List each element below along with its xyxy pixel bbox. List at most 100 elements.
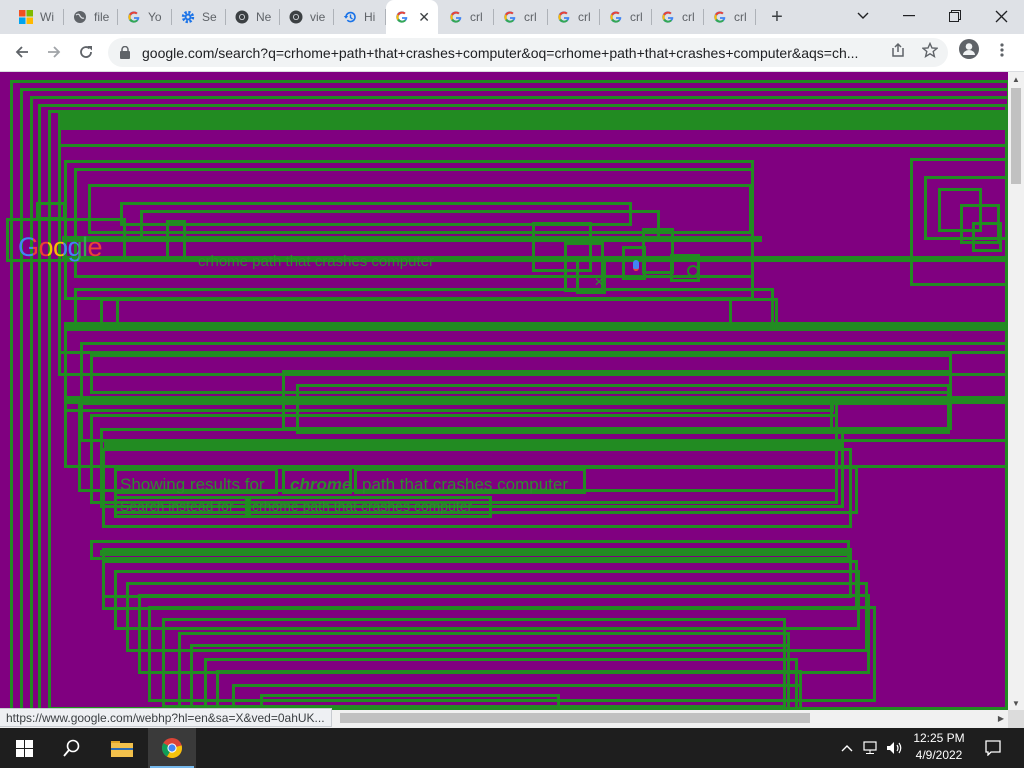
chrome-icon (234, 9, 250, 25)
outline-bar (64, 322, 1008, 331)
scrollbar-corner (1008, 710, 1024, 728)
tab-strip: Wi file Yo Se Ne vie Hi ✕ crl crl crl crl crl crl + (0, 0, 1024, 34)
tab-title: crl (578, 10, 591, 24)
tab-title: Wi (40, 10, 54, 24)
microphone-icon[interactable] (633, 260, 639, 271)
reload-button[interactable] (72, 38, 100, 66)
google-g-icon (448, 9, 464, 25)
show-hidden-icons-button[interactable] (838, 728, 856, 768)
google-g-icon (608, 9, 624, 25)
tab[interactable]: crl (600, 0, 652, 34)
clear-search-icon[interactable]: ✕ (594, 275, 604, 289)
close-window-button[interactable] (978, 0, 1024, 32)
back-button[interactable] (8, 38, 36, 66)
outline-bar (64, 396, 1008, 404)
outline-bar (58, 110, 1008, 130)
tab-title: crl (734, 10, 747, 24)
windows-taskbar: 12:25 PM 4/9/2022 (0, 728, 1024, 768)
kebab-menu-icon[interactable] (992, 40, 1012, 60)
scroll-down-arrow-icon[interactable]: ▼ (1008, 696, 1024, 710)
minimize-button[interactable] (886, 0, 932, 32)
original-query-link[interactable]: crhome path that crashes computer (252, 498, 472, 514)
folder-icon (111, 741, 133, 757)
bookmark-star-icon[interactable] (920, 40, 940, 60)
chrome-icon (288, 9, 304, 25)
tab[interactable]: Wi (10, 0, 64, 34)
network-icon[interactable] (860, 728, 882, 768)
new-tab-button[interactable]: + (764, 5, 790, 29)
clock-date: 4/9/2022 (915, 748, 963, 762)
share-icon[interactable] (888, 40, 908, 60)
horizontal-scroll-thumb[interactable] (340, 713, 810, 723)
tab-title: crl (682, 10, 695, 24)
tab-title: crl (524, 10, 537, 24)
notifications-button[interactable] (978, 728, 1008, 768)
chevron-up-icon (841, 745, 853, 752)
tab-close-icon[interactable]: ✕ (418, 9, 430, 26)
search-button[interactable] (48, 728, 96, 768)
google-g-icon (394, 9, 410, 25)
tab[interactable]: Hi (334, 0, 386, 34)
tab-title: crl (630, 10, 643, 24)
restore-icon (949, 10, 961, 22)
outline-box (972, 222, 1002, 252)
restore-button[interactable] (932, 0, 978, 32)
tab[interactable]: crl (704, 0, 756, 34)
tab-title: Ne (256, 10, 272, 24)
tab[interactable]: crl (548, 0, 600, 34)
tab[interactable]: Se (172, 0, 226, 34)
tab[interactable]: Yo (118, 0, 172, 34)
search-input[interactable]: crhome path that crashes computer (198, 253, 434, 270)
volume-icon[interactable] (884, 728, 906, 768)
search-instead-label: Search instead for (120, 498, 234, 514)
vertical-scroll-thumb[interactable] (1011, 88, 1021, 184)
outline-bar (62, 236, 762, 242)
forward-arrow-icon (48, 46, 61, 58)
browser-toolbar: google.com/search?q=crhome+path+that+cra… (0, 34, 1024, 72)
vertical-scrollbar[interactable]: ▲ ▼ (1008, 72, 1024, 710)
close-icon (995, 10, 1007, 22)
address-bar[interactable]: google.com/search?q=crhome+path+that+cra… (108, 38, 948, 67)
tab[interactable]: crl (494, 0, 548, 34)
tab-active[interactable]: ✕ (386, 0, 438, 34)
back-arrow-icon (15, 46, 28, 58)
globe-icon (72, 9, 88, 25)
google-logo-text: Google (18, 232, 103, 262)
start-button[interactable] (0, 728, 48, 768)
google-logo[interactable]: Google (18, 232, 103, 263)
tab-title: Hi (364, 10, 376, 24)
outline-bar (104, 442, 844, 450)
tab[interactable]: Ne (226, 0, 280, 34)
showing-results-label: Showing results for (120, 475, 265, 494)
minimize-icon (903, 15, 915, 17)
google-lens-icon[interactable] (687, 265, 699, 277)
scroll-right-arrow-icon[interactable]: ▶ (994, 710, 1008, 726)
chrome-taskbar-button[interactable] (148, 728, 196, 768)
search-icon (63, 739, 80, 757)
tab-title: crl (470, 10, 483, 24)
url-text[interactable]: google.com/search?q=crhome+path+that+cra… (142, 45, 882, 61)
windows-icon (18, 9, 34, 25)
file-explorer-button[interactable] (98, 728, 146, 768)
google-g-icon (556, 9, 572, 25)
forward-button[interactable] (40, 38, 68, 66)
corrected-query-link[interactable]: path that crashes computer (362, 475, 568, 495)
taskbar-clock[interactable]: 12:25 PM 4/9/2022 (906, 730, 972, 766)
lock-icon[interactable] (118, 46, 132, 59)
google-g-icon (712, 9, 728, 25)
tab[interactable]: crl (652, 0, 704, 34)
settings-gear-icon (180, 9, 196, 25)
tab[interactable]: vie (280, 0, 334, 34)
status-url-bubble: https://www.google.com/webhp?hl=en&sa=X&… (0, 708, 332, 727)
tab-search-button[interactable] (840, 0, 886, 32)
tab[interactable]: file (64, 0, 118, 34)
history-icon (342, 9, 358, 25)
google-g-icon (126, 9, 142, 25)
tab-title: file (94, 10, 110, 24)
tab[interactable]: crl (440, 0, 494, 34)
corrected-term-link[interactable]: chrome (290, 475, 351, 495)
profile-avatar-icon[interactable] (959, 39, 979, 59)
outline-bar (100, 550, 852, 556)
outline-box (830, 402, 950, 432)
scroll-up-arrow-icon[interactable]: ▲ (1008, 72, 1024, 86)
